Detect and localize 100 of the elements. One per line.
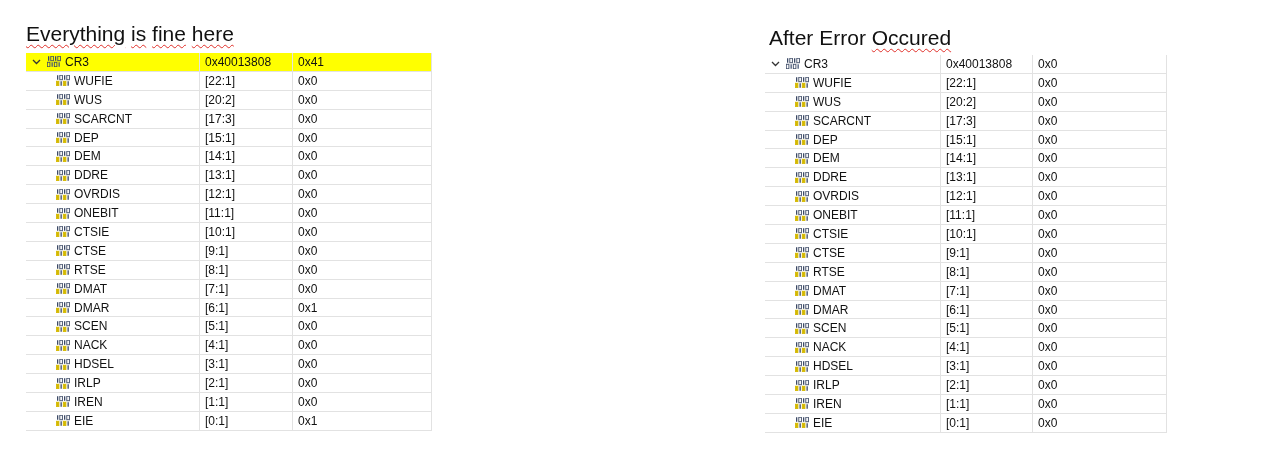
field-name[interactable]: OVRDIS [765, 187, 940, 207]
field-name[interactable]: DDRE [26, 166, 199, 186]
field-name[interactable]: SCEN [765, 319, 940, 339]
field-name[interactable]: WUS [765, 92, 940, 112]
bits-cell: [4:1] [940, 338, 1032, 358]
field-name[interactable]: WUFIE [26, 71, 199, 91]
bits-cell: [15:1] [940, 130, 1032, 150]
field-name[interactable]: SCARCNT [26, 109, 199, 129]
field-name[interactable]: DMAR [26, 298, 199, 318]
register-name[interactable]: CR3 [26, 53, 199, 72]
field-name[interactable]: CTSE [26, 241, 199, 261]
field-name[interactable]: RTSE [765, 262, 940, 282]
bits-cell: [0:1] [199, 411, 292, 431]
field-name[interactable]: WUFIE [765, 73, 940, 93]
field-name[interactable]: EIE [765, 413, 940, 433]
field-name[interactable]: DEM [765, 149, 940, 169]
bits-cell: [7:1] [199, 279, 292, 299]
binary-icon [795, 134, 809, 145]
field-name[interactable]: IREN [26, 393, 199, 412]
field-name[interactable]: DEP [26, 128, 199, 148]
field-name[interactable]: IREN [765, 395, 940, 414]
value-cell: 0x41 [292, 53, 431, 72]
binary-icon [795, 266, 809, 278]
register-name[interactable]: CR3 [765, 55, 940, 74]
value-cell: 0x0 [292, 90, 431, 110]
field-name[interactable]: DEM [26, 147, 199, 167]
field-name[interactable]: CTSIE [26, 223, 199, 242]
value-cell: 0x0 [1032, 149, 1166, 169]
bits-cell: [3:1] [940, 357, 1032, 377]
value-cell: 0x0 [292, 185, 431, 205]
value-cell: 0x0 [292, 279, 431, 299]
field-name[interactable]: DMAT [765, 281, 940, 301]
binary-icon [795, 209, 809, 221]
bits-cell: [14:1] [199, 147, 292, 167]
value-cell: 0x0 [1032, 338, 1166, 358]
field-name[interactable]: DDRE [765, 168, 940, 188]
bits-cell: [8:1] [940, 262, 1032, 282]
binary-icon [47, 56, 61, 68]
binary-icon [56, 113, 70, 125]
value-cell: 0x0 [1032, 55, 1166, 74]
field-name[interactable]: RTSE [26, 260, 199, 280]
field-name[interactable]: DMAR [765, 300, 940, 320]
field-name[interactable]: NACK [765, 338, 940, 358]
field-name[interactable]: OVRDIS [26, 185, 199, 205]
chevron-icon[interactable] [32, 58, 41, 65]
binary-icon [795, 190, 809, 202]
field-name[interactable]: WUS [26, 90, 199, 110]
binary-icon [56, 339, 70, 351]
value-cell: 0x0 [1032, 187, 1166, 207]
address-cell: 0x40013808 [940, 55, 1032, 74]
field-name[interactable]: ONEBIT [26, 204, 199, 223]
bits-cell: [20:2] [940, 92, 1032, 112]
bits-cell: [2:1] [199, 374, 292, 394]
field-name[interactable]: IRLP [26, 374, 199, 394]
heading: Everything is fine here [26, 21, 235, 47]
binary-icon [56, 302, 70, 313]
field-name[interactable]: HDSEL [765, 357, 940, 377]
value-cell: 0x0 [292, 317, 431, 337]
value-cell: 0x0 [1032, 376, 1166, 396]
binary-icon [56, 150, 70, 162]
bits-cell: [13:1] [940, 168, 1032, 188]
field-name[interactable]: HDSEL [26, 355, 199, 375]
value-cell: 0x0 [1032, 73, 1166, 93]
value-cell: 0x0 [292, 336, 431, 356]
bits-cell: [7:1] [940, 281, 1032, 301]
bits-cell: [9:1] [940, 243, 1032, 263]
field-name[interactable]: DEP [765, 130, 940, 150]
value-cell: 0x0 [1032, 206, 1166, 225]
field-name[interactable]: IRLP [765, 376, 940, 396]
bits-cell: [0:1] [940, 413, 1032, 433]
field-name[interactable]: CTSE [765, 243, 940, 263]
field-name[interactable]: CTSIE [765, 225, 940, 244]
bits-cell: [6:1] [199, 298, 292, 318]
heading: After Error Occured [769, 25, 953, 51]
value-cell: 0x0 [292, 374, 431, 394]
binary-icon [786, 58, 800, 70]
value-cell: 0x0 [1032, 262, 1166, 282]
binary-icon [795, 398, 809, 410]
binary-icon [56, 377, 70, 389]
bits-cell: [12:1] [940, 187, 1032, 207]
bits-cell: [2:1] [940, 376, 1032, 396]
binary-icon [56, 245, 70, 257]
value-cell: 0x0 [292, 128, 431, 148]
binary-icon [56, 132, 70, 143]
chevron-icon[interactable] [771, 60, 780, 67]
binary-icon [795, 152, 809, 164]
field-name[interactable]: SCEN [26, 317, 199, 337]
field-name[interactable]: ONEBIT [765, 206, 940, 225]
field-name[interactable]: DMAT [26, 279, 199, 299]
binary-icon [795, 322, 809, 334]
binary-icon [795, 285, 809, 297]
bits-cell: [3:1] [199, 355, 292, 375]
value-cell: 0x0 [1032, 413, 1166, 433]
bits-cell: [6:1] [940, 300, 1032, 320]
value-cell: 0x0 [1032, 357, 1166, 377]
value-cell: 0x0 [292, 241, 431, 261]
binary-icon [56, 75, 70, 87]
field-name[interactable]: SCARCNT [765, 111, 940, 131]
field-name[interactable]: EIE [26, 411, 199, 431]
field-name[interactable]: NACK [26, 336, 199, 356]
